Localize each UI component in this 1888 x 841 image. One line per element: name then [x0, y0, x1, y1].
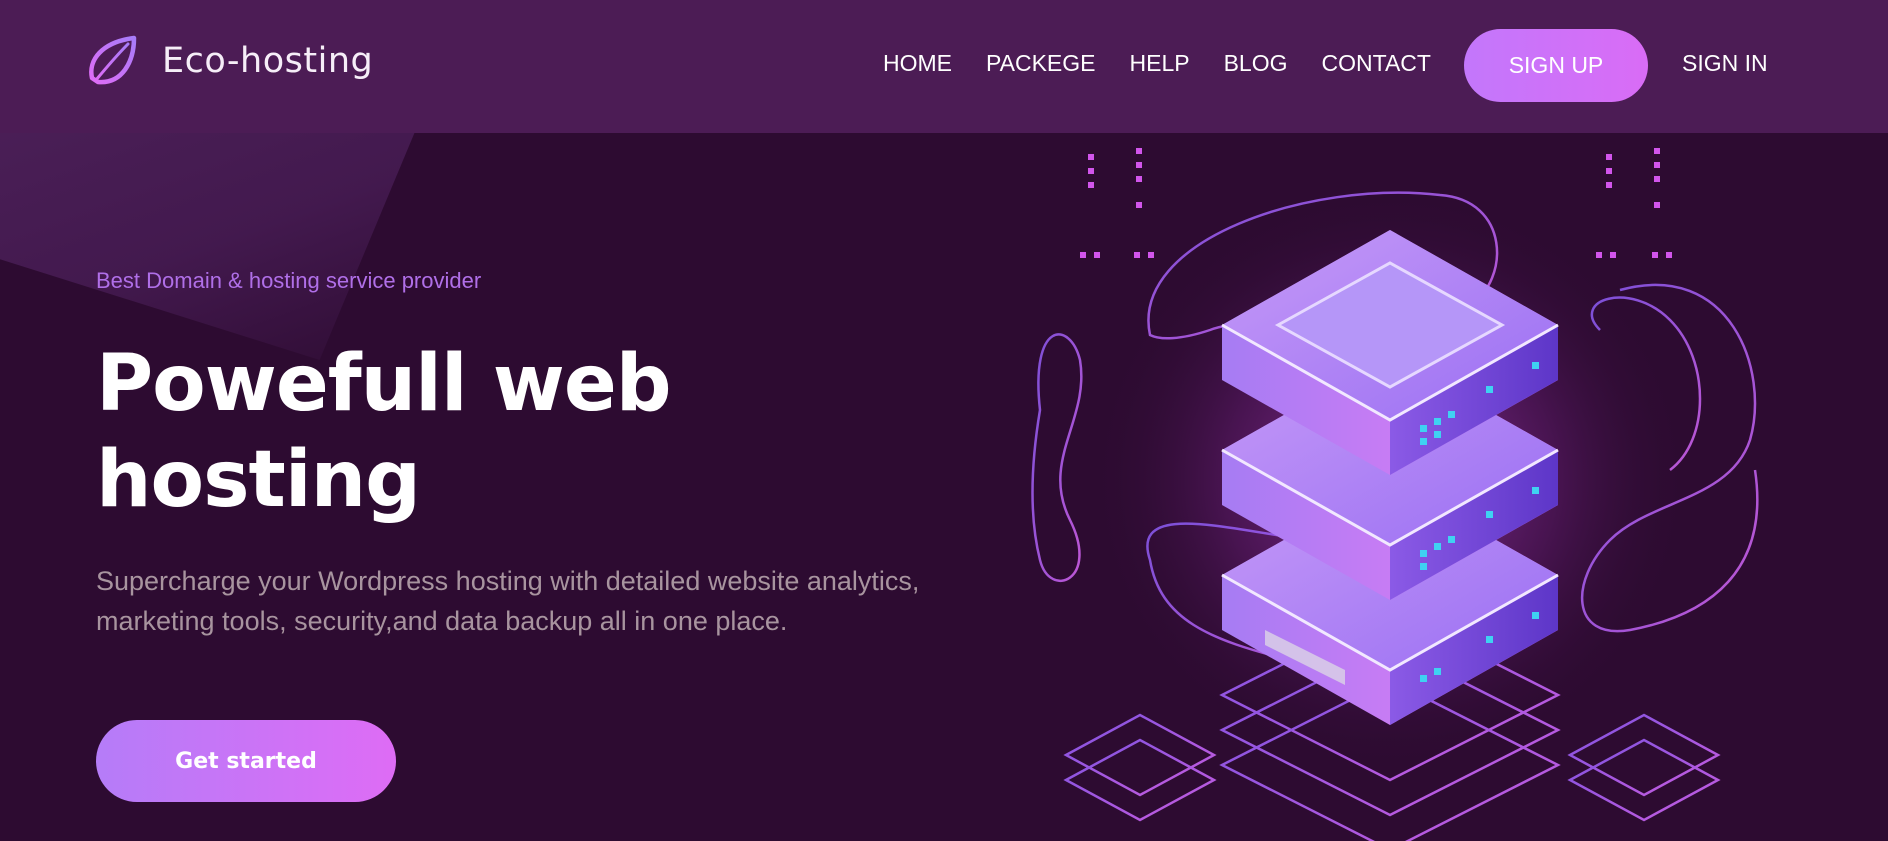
nav-help[interactable]: HELP: [1130, 50, 1190, 77]
sign-in-link[interactable]: SIGN IN: [1682, 50, 1768, 77]
main-nav: HOME PACKEGE HELP BLOG CONTACT: [883, 50, 1431, 77]
brand-logo[interactable]: Eco-hosting: [84, 34, 373, 88]
server-stack-illustration: [1031, 148, 1759, 841]
hero-title-line-1: Powefull web: [96, 339, 672, 429]
hero-title-line-2: hosting: [96, 435, 421, 525]
sign-up-button[interactable]: SIGN UP: [1464, 29, 1648, 102]
brand-name: Eco-hosting: [162, 41, 374, 81]
hero-description: Supercharge your Wordpress hosting with …: [96, 566, 920, 636]
leaf-icon: [89, 35, 137, 85]
nav-blog[interactable]: BLOG: [1224, 50, 1288, 77]
nav-contact[interactable]: CONTACT: [1322, 50, 1431, 77]
nav-home[interactable]: HOME: [883, 50, 952, 77]
get-started-button[interactable]: Get started: [96, 720, 396, 802]
hero-title: Powefull web hosting: [96, 336, 796, 528]
top-navbar: Eco-hosting HOME PACKEGE HELP BLOG CONTA…: [0, 0, 1888, 133]
nav-package[interactable]: PACKEGE: [986, 50, 1096, 77]
hero-eyebrow: Best Domain & hosting service provider: [96, 268, 482, 293]
